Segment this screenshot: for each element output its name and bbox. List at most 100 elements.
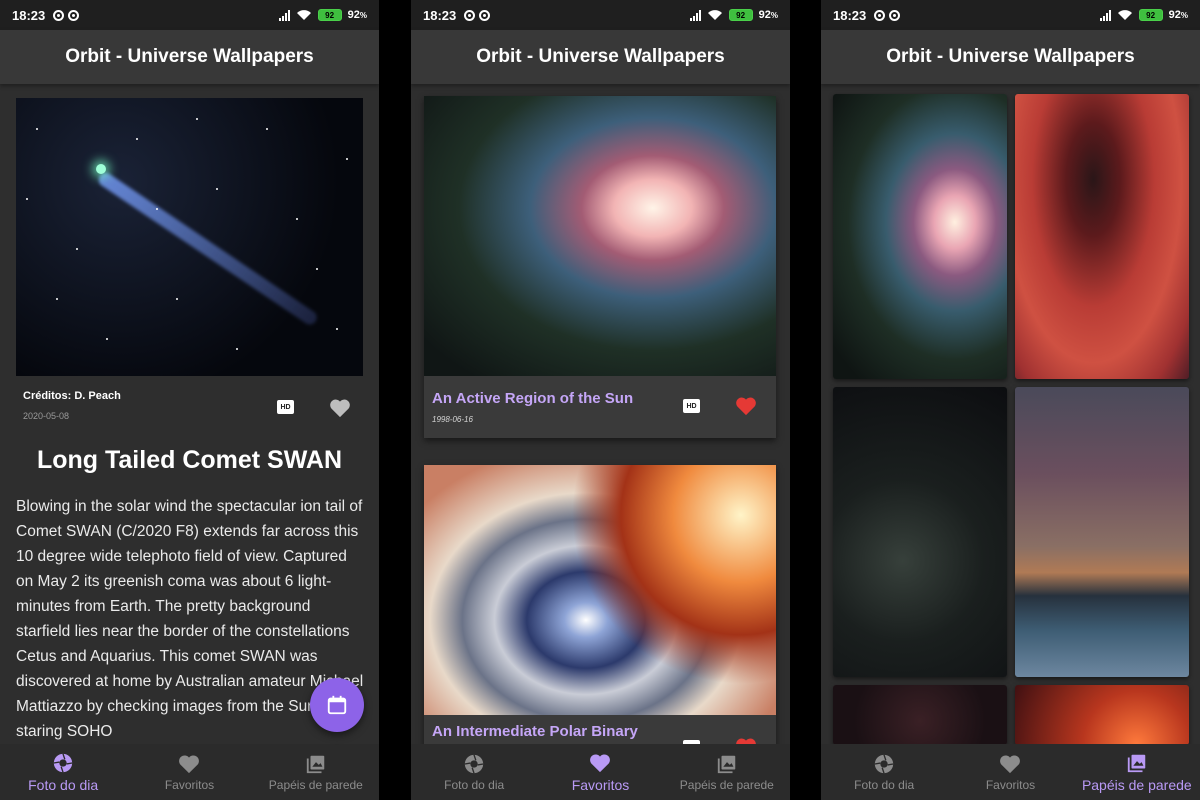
nav-label-wallpapers: Papéis de parede (268, 777, 363, 792)
aperture-icon (464, 754, 484, 773)
wallpaper-thumbnail[interactable] (1015, 94, 1189, 379)
app-title: Orbit - Universe Wallpapers (0, 30, 379, 84)
star (196, 118, 198, 120)
nav-photo-of-day[interactable]: Foto do dia (0, 744, 126, 800)
screen-favorites: 18:23 92 92% Orbit - Universe Wallpapers… (411, 0, 790, 800)
wallpaper-thumbnail[interactable] (1015, 685, 1189, 745)
notification-icon (479, 9, 491, 21)
notification-icon (53, 9, 65, 21)
battery-level: 92 (736, 10, 746, 20)
star (266, 128, 268, 130)
status-bar: 18:23 92 92% (411, 0, 790, 30)
screen-wallpapers: 18:23 92 92% Orbit - Universe Wallpapers… (821, 0, 1200, 800)
wallpaper-thumbnail[interactable] (833, 387, 1007, 677)
favorite-info: An Active Region of the Sun 1998-06-16 H… (424, 376, 776, 438)
screens: 18:23 92 92% Orbit - Universe Wallpapers (0, 0, 1200, 800)
gallery-icon (306, 755, 325, 773)
favorite-image[interactable] (424, 96, 776, 376)
bottom-nav: Foto do dia Favoritos Papéis de parede (0, 744, 379, 800)
battery-percent: 92% (1169, 9, 1188, 21)
gallery-icon (717, 755, 736, 773)
apod-meta: Créditos: D. Peach 2020-05-08 HD (23, 390, 359, 430)
star (156, 208, 158, 210)
star (76, 248, 78, 250)
notification-icon (68, 9, 80, 21)
favorite-heart-icon[interactable] (735, 396, 757, 416)
nav-favorites[interactable]: Favoritos (947, 744, 1073, 800)
nav-wallpapers[interactable]: Papéis de parede (253, 744, 379, 800)
nav-label-photo-of-day: Foto do dia (28, 776, 99, 793)
star (176, 298, 178, 300)
heart-icon (179, 754, 200, 773)
apod-image[interactable] (16, 98, 363, 376)
nav-label-favorites: Favoritos (164, 777, 215, 792)
nav-label-favorites: Favoritos (985, 777, 1036, 792)
wifi-icon (707, 10, 722, 20)
wifi-icon (1117, 10, 1132, 20)
favorite-title: An Intermediate Polar Binary (432, 723, 638, 740)
nav-wallpapers[interactable]: Papéis de parede (1074, 744, 1200, 800)
comet-head (96, 164, 106, 174)
battery-unit: % (359, 11, 367, 20)
battery-level: 92 (325, 10, 335, 20)
notification-icon (889, 9, 901, 21)
nav-label-favorites: Favoritos (571, 776, 630, 793)
favorite-card[interactable]: An Intermediate Polar Binary HD (424, 465, 776, 777)
nav-wallpapers[interactable]: Papéis de parede (664, 744, 790, 800)
status-bar: 18:23 92 92% (821, 0, 1200, 30)
favorite-heart-icon[interactable] (329, 398, 351, 418)
status-time: 18:23 (423, 7, 457, 23)
star (26, 198, 28, 200)
calendar-fab-button[interactable] (310, 678, 364, 732)
battery-percent: 92% (348, 9, 367, 21)
star (106, 338, 108, 340)
comet-tail (96, 170, 320, 328)
signal-icon (689, 9, 701, 21)
screen-photo-of-day: 18:23 92 92% Orbit - Universe Wallpapers (0, 0, 379, 800)
notification-icon (464, 9, 476, 21)
favorite-title: An Active Region of the Sun (432, 390, 634, 407)
wallpaper-thumbnail[interactable] (833, 685, 1007, 745)
apod-title: Long Tailed Comet SWAN (36, 446, 343, 474)
battery-icon: 92 (317, 9, 342, 21)
star (36, 128, 38, 130)
battery-level: 92 (1146, 10, 1156, 20)
bottom-nav: Foto do dia Favoritos Papéis de parede (411, 744, 790, 800)
hd-button[interactable]: HD (277, 400, 294, 414)
nav-label-photo-of-day: Foto do dia (854, 777, 915, 792)
favorite-card[interactable]: An Active Region of the Sun 1998-06-16 H… (424, 96, 776, 438)
gallery-icon (1127, 754, 1146, 772)
star (346, 158, 348, 160)
calendar-icon (327, 695, 347, 715)
hd-button[interactable]: HD (683, 399, 700, 413)
star (316, 268, 318, 270)
wifi-icon (296, 10, 311, 20)
nav-photo-of-day[interactable]: Foto do dia (821, 744, 947, 800)
battery-icon: 92 (728, 9, 753, 21)
battery-label: 92 (347, 9, 360, 21)
aperture-icon (53, 753, 73, 772)
status-bar: 18:23 92 92% (0, 0, 379, 30)
star (336, 328, 338, 330)
aperture-icon (874, 754, 894, 773)
bottom-nav: Foto do dia Favoritos Papéis de parede (821, 744, 1200, 800)
battery-label: 92 (758, 9, 771, 21)
star (296, 218, 298, 220)
wallpaper-thumbnail[interactable] (1015, 387, 1189, 677)
heart-icon (1000, 754, 1021, 773)
star (56, 298, 58, 300)
favorite-image[interactable] (424, 465, 776, 715)
favorite-date: 1998-06-16 (432, 415, 473, 424)
star (136, 138, 138, 140)
battery-unit: % (770, 11, 778, 20)
battery-unit: % (1180, 11, 1188, 20)
app-title: Orbit - Universe Wallpapers (821, 30, 1200, 84)
battery-icon: 92 (1138, 9, 1163, 21)
wallpaper-thumbnail[interactable] (833, 94, 1007, 379)
battery-label: 92 (1168, 9, 1181, 21)
nav-label-wallpapers: Papéis de parede (679, 777, 774, 792)
nav-favorites[interactable]: Favoritos (537, 744, 663, 800)
nav-photo-of-day[interactable]: Foto do dia (411, 744, 537, 800)
status-time: 18:23 (12, 7, 46, 23)
nav-favorites[interactable]: Favoritos (126, 744, 252, 800)
